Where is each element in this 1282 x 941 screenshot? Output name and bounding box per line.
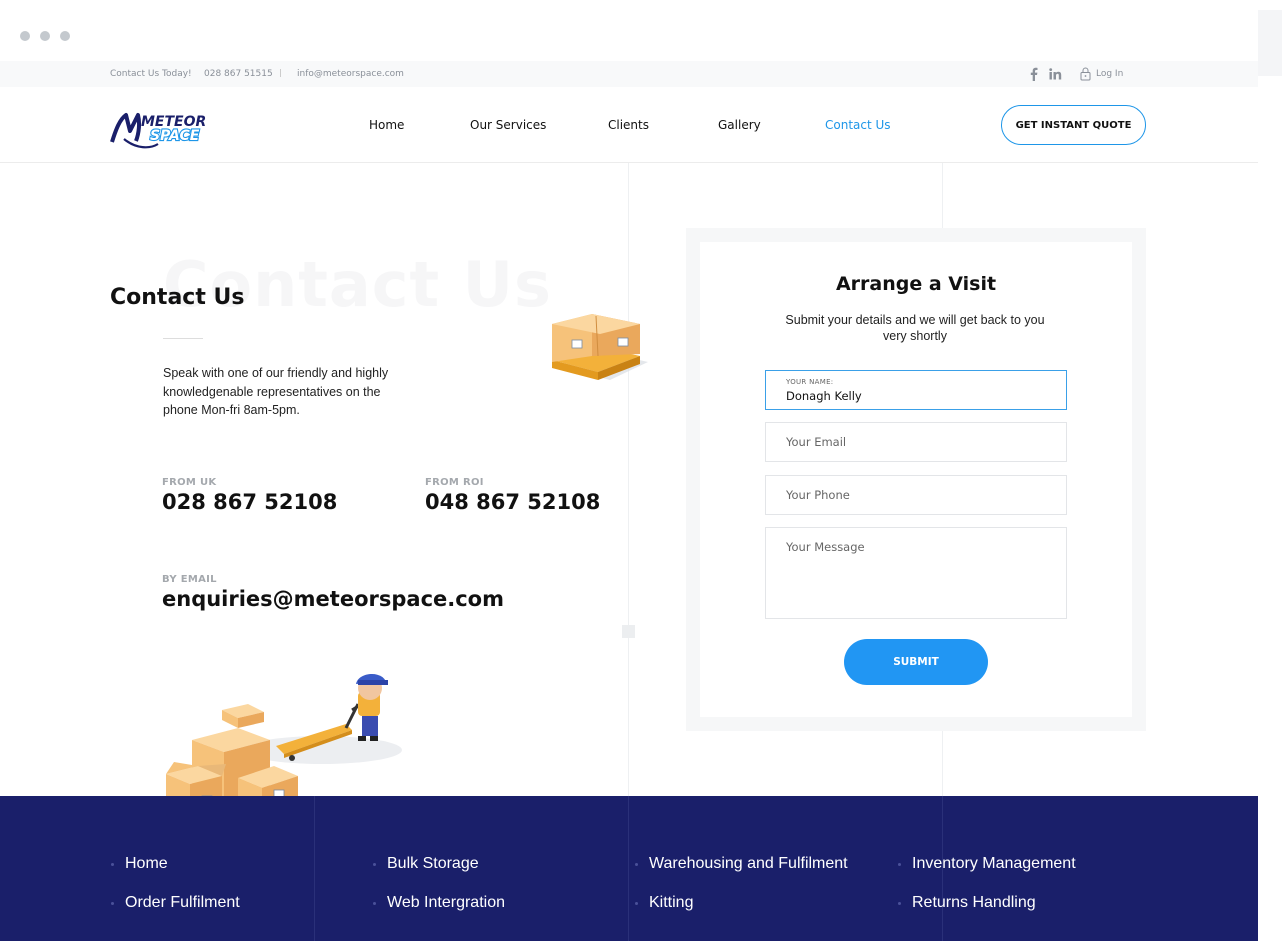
top-contact-bar: Contact Us Today! 028 867 51515 info@met… <box>0 61 1258 87</box>
email-field-placeholder: Your Email <box>786 435 847 449</box>
get-instant-quote-button[interactable]: GET INSTANT QUOTE <box>1001 105 1146 145</box>
window-chrome <box>0 0 1258 61</box>
footer-link-bulk-storage[interactable]: Bulk Storage <box>387 855 479 873</box>
footer-divider <box>314 796 315 941</box>
email-field[interactable]: Your Email <box>765 422 1067 462</box>
phone-field-placeholder: Your Phone <box>786 488 850 502</box>
contact-email[interactable]: enquiries@meteorspace.com <box>162 587 504 611</box>
form-title: Arrange a Visit <box>835 273 997 295</box>
submit-button[interactable]: SUBMIT <box>844 639 988 685</box>
footer-bullet <box>373 863 376 866</box>
topbar-divider <box>280 69 281 77</box>
topbar-email[interactable]: info@meteorspace.com <box>297 69 404 79</box>
message-field[interactable]: Your Message <box>765 527 1067 619</box>
login-link[interactable]: Log In <box>1096 69 1123 79</box>
uk-phone-label: FROM UK <box>162 477 217 488</box>
nav-contact-us[interactable]: Contact Us <box>825 118 891 132</box>
footer-link-kitting[interactable]: Kitting <box>649 894 693 912</box>
footer-link-home[interactable]: Home <box>125 855 168 873</box>
window-dot-minimize[interactable] <box>40 31 50 41</box>
form-subtitle: Submit your details and we will get back… <box>785 313 1045 343</box>
footer-link-warehousing[interactable]: Warehousing and Fulfilment <box>649 855 848 873</box>
roi-phone-label: FROM ROI <box>425 477 484 488</box>
footer-bullet <box>635 863 638 866</box>
scrollbar-track[interactable] <box>1258 10 1282 76</box>
footer-link-order-fulfilment[interactable]: Order Fulfilment <box>125 894 240 912</box>
name-field-value[interactable]: Donagh Kelly <box>786 389 862 403</box>
footer-divider <box>628 796 629 941</box>
window-dot-close[interactable] <box>20 31 30 41</box>
lock-icon <box>1080 67 1091 81</box>
window-dot-maximize[interactable] <box>60 31 70 41</box>
linkedin-icon[interactable] <box>1049 68 1062 80</box>
uk-phone-number[interactable]: 028 867 52108 <box>162 490 337 514</box>
roi-phone-number[interactable]: 048 867 52108 <box>425 490 600 514</box>
facebook-icon[interactable] <box>1030 67 1038 81</box>
email-label: BY EMAIL <box>162 574 217 585</box>
nav-home[interactable]: Home <box>369 118 404 132</box>
footer-bullet <box>898 902 901 905</box>
footer-bullet <box>111 902 114 905</box>
phone-field[interactable]: Your Phone <box>765 475 1067 515</box>
site-footer: Home Bulk Storage Warehousing and Fulfil… <box>0 796 1258 941</box>
footer-bullet <box>373 902 376 905</box>
footer-bullet <box>635 902 638 905</box>
slider-handle[interactable] <box>622 625 635 638</box>
footer-bullet <box>898 863 901 866</box>
intro-text: Speak with one of our friendly and highl… <box>163 366 389 417</box>
footer-bullet <box>111 863 114 866</box>
nav-gallery[interactable]: Gallery <box>718 118 761 132</box>
contact-today-text: Contact Us Today! <box>110 69 192 79</box>
footer-link-inventory[interactable]: Inventory Management <box>912 855 1076 873</box>
name-field[interactable]: YOUR NAME: Donagh Kelly <box>765 370 1067 410</box>
nav-clients[interactable]: Clients <box>608 118 649 132</box>
footer-link-returns[interactable]: Returns Handling <box>912 894 1036 912</box>
meteor-space-logo[interactable]: METEOR SPACE <box>110 109 218 149</box>
topbar-phone[interactable]: 028 867 51515 <box>204 69 273 79</box>
message-field-placeholder: Your Message <box>786 540 865 554</box>
pallet-boxes-illustration <box>552 314 648 380</box>
logo-word-space: SPACE <box>150 128 200 144</box>
title-divider <box>163 338 203 339</box>
page-title: Contact Us <box>110 285 245 310</box>
name-field-label: YOUR NAME: <box>786 378 834 386</box>
nav-our-services[interactable]: Our Services <box>470 118 546 132</box>
footer-link-web-integration[interactable]: Web Intergration <box>387 894 505 912</box>
site-header: METEOR SPACE Home Our Services Clients G… <box>0 87 1258 163</box>
